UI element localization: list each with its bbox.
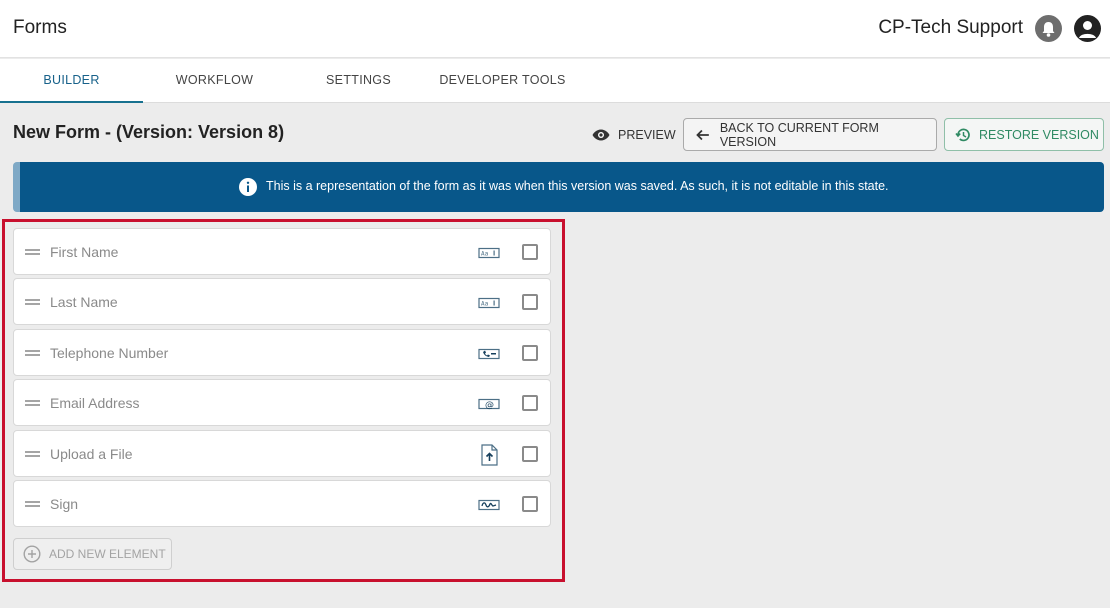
form-header: New Form - (Version: Version 8) PREVIEW … (0, 118, 1110, 152)
drag-handle-icon[interactable] (25, 400, 40, 406)
element-label: First Name (50, 244, 119, 260)
eye-icon (592, 129, 610, 141)
tab-settings[interactable]: SETTINGS (287, 59, 430, 103)
svg-text:Aa: Aa (481, 251, 489, 258)
element-checkbox[interactable] (522, 294, 538, 310)
phone-field-icon (478, 348, 500, 360)
element-label: Telephone Number (50, 345, 169, 361)
banner-text: This is a representation of the form as … (266, 179, 889, 193)
add-circle-icon (23, 545, 41, 563)
drag-handle-icon[interactable] (25, 299, 40, 305)
element-label: Email Address (50, 395, 140, 411)
add-new-element-label: ADD NEW ELEMENT (49, 547, 166, 561)
email-field-icon: @ (478, 398, 500, 411)
tab-workflow[interactable]: WORKFLOW (143, 59, 286, 103)
svg-text:Aa: Aa (481, 301, 489, 308)
form-element-email-address[interactable]: Email Address @ (13, 379, 551, 426)
form-element-first-name[interactable]: First Name Aa (13, 228, 551, 275)
drag-handle-icon[interactable] (25, 350, 40, 356)
form-element-sign[interactable]: Sign (13, 480, 551, 527)
element-checkbox[interactable] (522, 395, 538, 411)
element-label: Last Name (50, 294, 118, 310)
element-label: Upload a File (50, 446, 133, 462)
back-to-current-version-button[interactable]: BACK TO CURRENT FORM VERSION (683, 118, 937, 151)
drag-handle-icon[interactable] (25, 249, 40, 255)
file-upload-icon (481, 444, 498, 466)
tab-bar: BUILDER WORKFLOW SETTINGS DEVELOPER TOOL… (0, 59, 1110, 103)
form-element-last-name[interactable]: Last Name Aa (13, 278, 551, 325)
element-checkbox[interactable] (522, 496, 538, 512)
app-title: Forms (13, 17, 67, 38)
drag-handle-icon[interactable] (25, 501, 40, 507)
tab-developer-tools[interactable]: DEVELOPER TOOLS (431, 59, 574, 103)
drag-handle-icon[interactable] (25, 451, 40, 457)
text-field-icon: Aa (478, 247, 500, 259)
preview-label: PREVIEW (618, 128, 676, 142)
tab-builder[interactable]: BUILDER (0, 59, 143, 103)
bell-icon[interactable] (1035, 15, 1062, 42)
svg-text:@: @ (485, 401, 494, 411)
history-icon (955, 128, 970, 141)
info-banner: This is a representation of the form as … (13, 162, 1104, 212)
restore-version-button[interactable]: RESTORE VERSION (944, 118, 1104, 151)
add-new-element-button[interactable]: ADD NEW ELEMENT (13, 538, 172, 570)
form-element-upload-file[interactable]: Upload a File (13, 430, 551, 477)
text-field-icon: Aa (478, 297, 500, 309)
back-label: BACK TO CURRENT FORM VERSION (719, 120, 879, 149)
account-icon[interactable] (1074, 15, 1101, 42)
form-element-telephone-number[interactable]: Telephone Number (13, 329, 551, 376)
element-checkbox[interactable] (522, 244, 538, 260)
user-name[interactable]: CP-Tech Support (878, 17, 1023, 39)
info-icon (239, 178, 257, 196)
top-bar: Forms CP-Tech Support (0, 0, 1110, 58)
page-title: New Form - (Version: Version 8) (13, 122, 285, 142)
signature-icon (478, 499, 500, 511)
restore-label: RESTORE VERSION (979, 127, 1099, 142)
preview-button[interactable]: PREVIEW (586, 118, 676, 152)
arrow-left-icon (696, 129, 709, 140)
element-checkbox[interactable] (522, 345, 538, 361)
element-label: Sign (50, 496, 79, 512)
element-checkbox[interactable] (522, 446, 538, 462)
